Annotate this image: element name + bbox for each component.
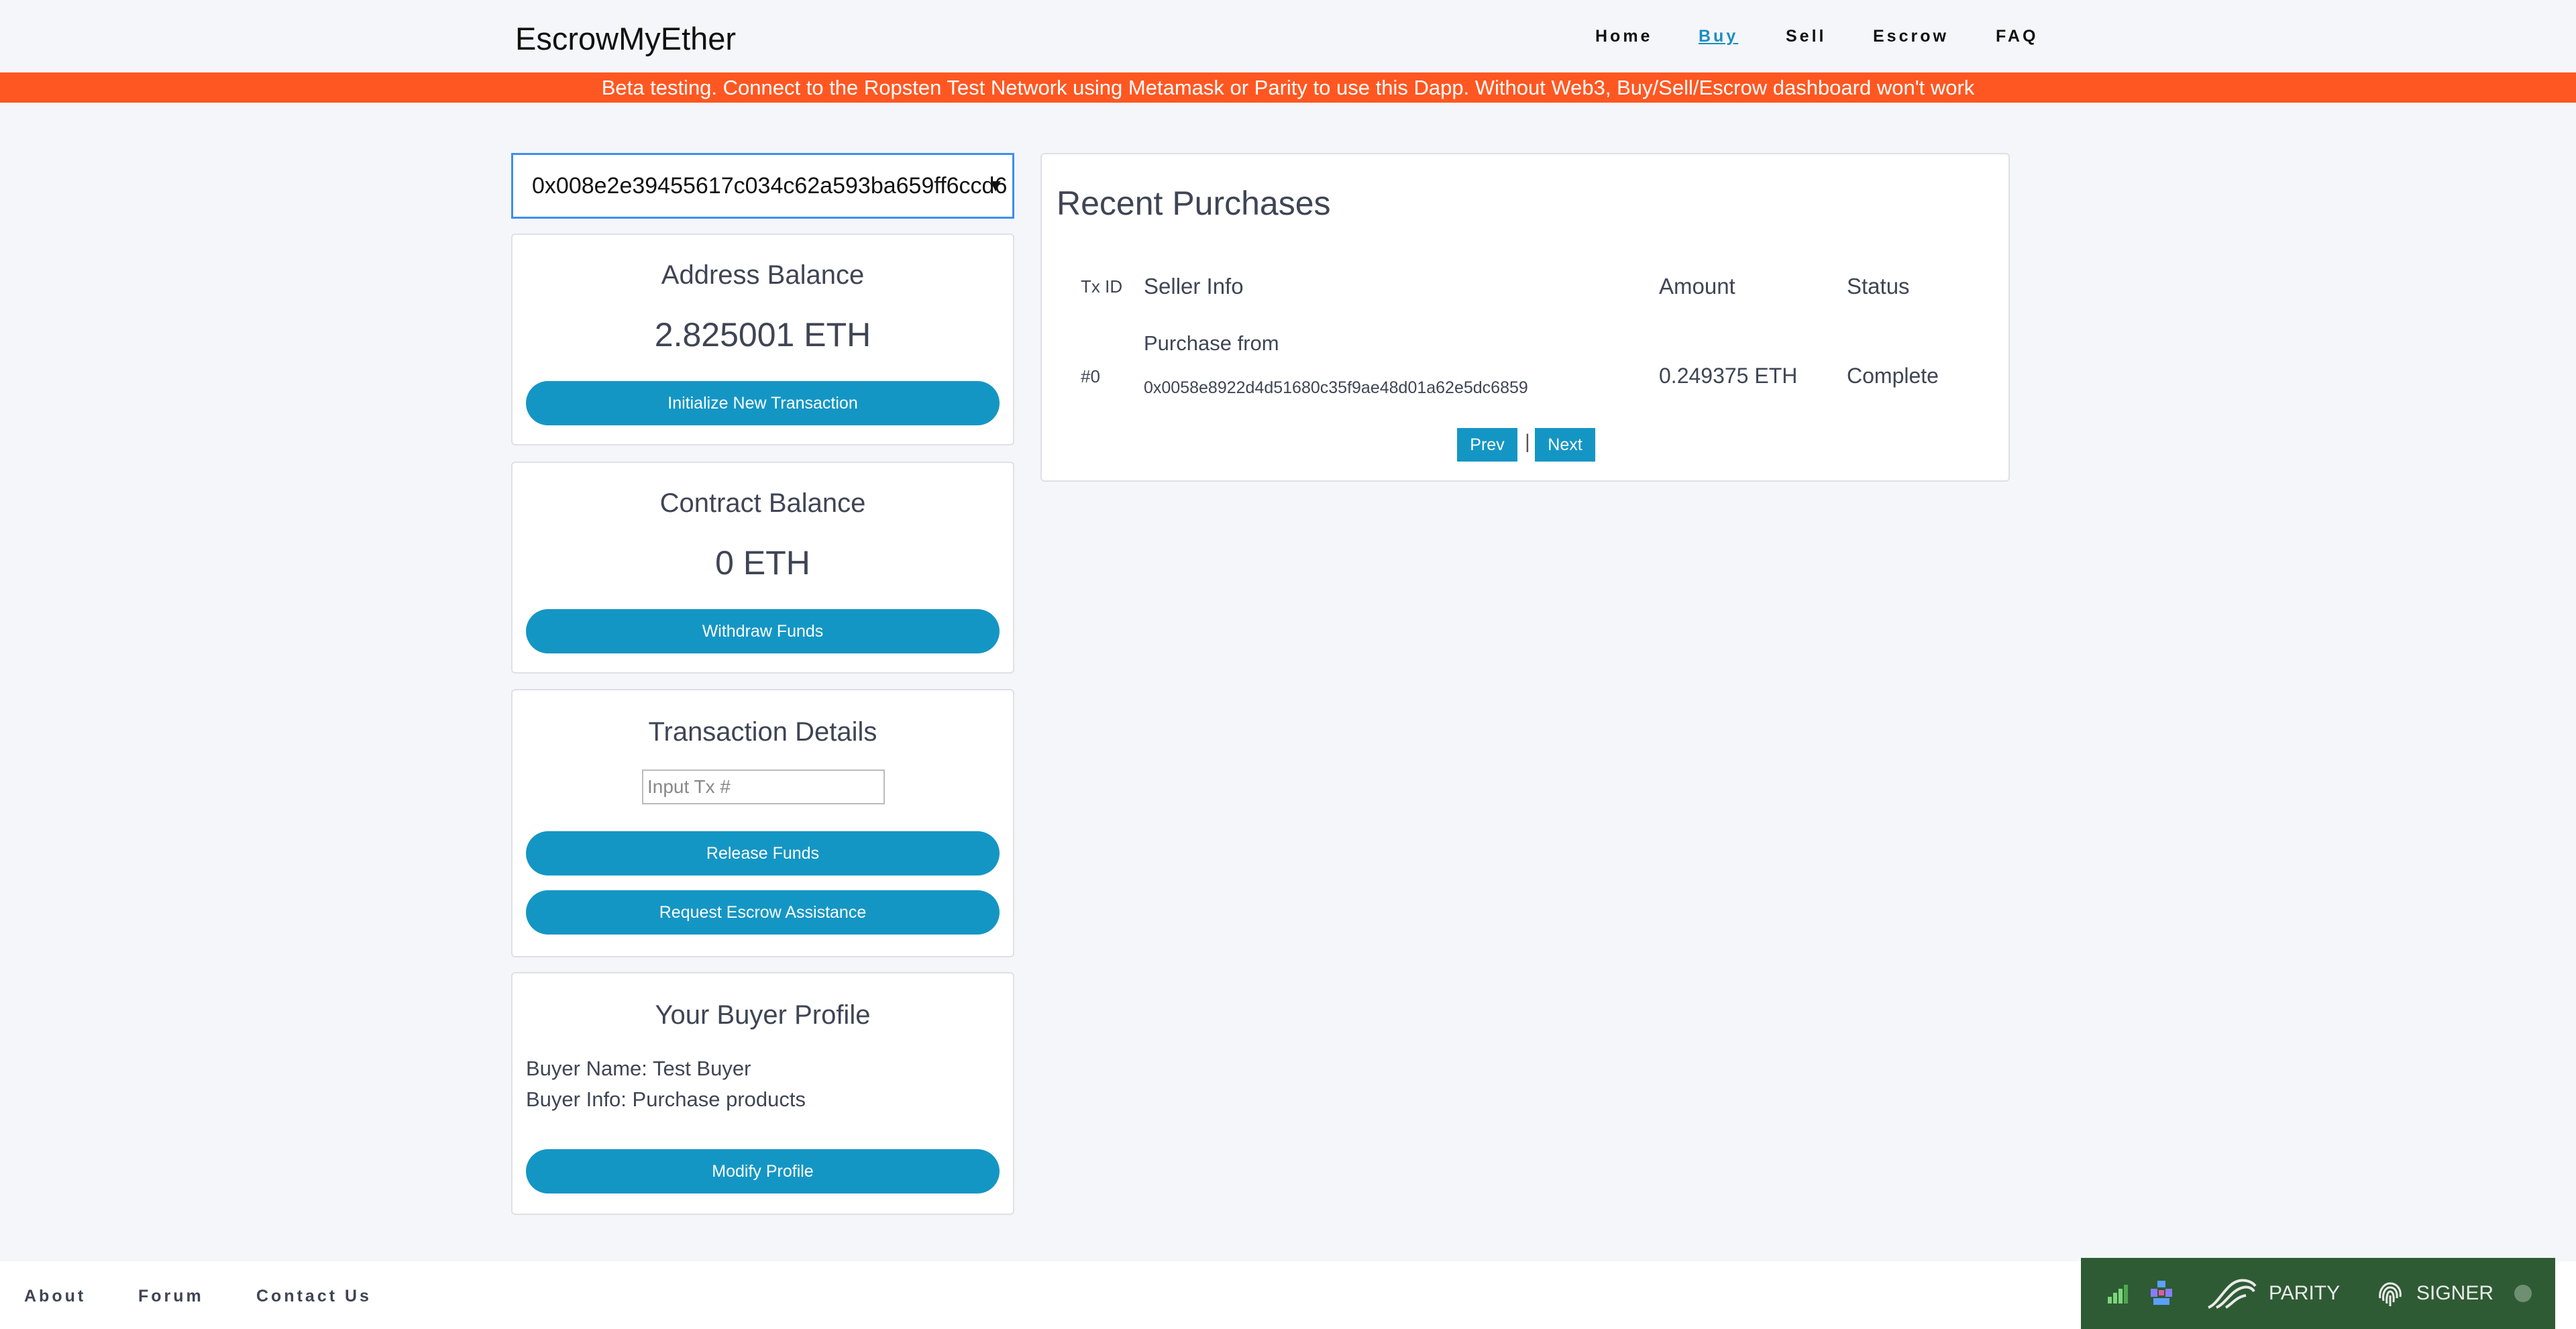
initialize-transaction-button[interactable]: Initialize New Transaction — [526, 381, 1000, 425]
column-header-amount: Amount — [1659, 274, 1735, 299]
address-balance-title: Address Balance — [661, 260, 865, 290]
identicon-icon[interactable] — [2148, 1279, 2175, 1308]
address-select[interactable]: 0x008e2e39455617c034c62a593ba659ff6ccd6 … — [511, 153, 1014, 219]
buyer-profile-card: Your Buyer Profile Buyer Name: Test Buye… — [511, 972, 1014, 1215]
row-tx-id: #0 — [1081, 366, 1100, 386]
column-header-seller-info: Seller Info — [1144, 274, 1244, 299]
column-header-tx-id: Tx ID — [1081, 276, 1123, 297]
transaction-details-title: Transaction Details — [648, 717, 877, 747]
signer-label: SIGNER — [2416, 1282, 2494, 1304]
tx-number-input[interactable] — [642, 769, 885, 804]
transaction-details-card: Transaction Details Release Funds Reques… — [511, 689, 1014, 957]
parity-status-bar: PARITY SIGNER — [2081, 1258, 2555, 1329]
release-funds-button[interactable]: Release Funds — [526, 831, 1000, 875]
recent-purchases-panel: Recent Purchases Tx ID Seller Info Amoun… — [1040, 153, 2010, 482]
modify-profile-button[interactable]: Modify Profile — [526, 1149, 1000, 1193]
footer-forum-link[interactable]: Forum — [138, 1287, 204, 1306]
nav-home[interactable]: Home — [1595, 27, 1652, 46]
status-dot-icon[interactable] — [2513, 1283, 2533, 1304]
chevron-down-icon: ▼ — [987, 175, 1004, 195]
banner-text: Beta testing. Connect to the Ropsten Tes… — [601, 75, 1975, 99]
footer-about-link[interactable]: About — [24, 1287, 86, 1306]
address-select-value: 0x008e2e39455617c034c62a593ba659ff6ccd6 — [532, 172, 1008, 199]
contract-balance-value: 0 ETH — [715, 544, 810, 582]
signer-button[interactable]: SIGNER — [2375, 1278, 2493, 1309]
prev-page-button[interactable]: Prev — [1457, 428, 1517, 462]
withdraw-funds-button[interactable]: Withdraw Funds — [526, 609, 1000, 653]
main-nav: Home Buy Sell Escrow FAQ — [0, 27, 2576, 47]
row-status: Complete — [1847, 364, 1939, 388]
parity-label: PARITY — [2269, 1282, 2341, 1304]
beta-warning-banner: Beta testing. Connect to the Ropsten Tes… — [0, 72, 2576, 103]
row-amount: 0.249375 ETH — [1659, 364, 1798, 388]
nav-faq[interactable]: FAQ — [1996, 27, 2038, 46]
nav-escrow[interactable]: Escrow — [1873, 27, 1949, 46]
header: EscrowMyEther Home Buy Sell Escrow FAQ — [0, 0, 2576, 72]
column-header-status: Status — [1847, 274, 1910, 299]
contract-balance-card: Contract Balance 0 ETH Withdraw Funds — [511, 462, 1014, 674]
parity-logo-button[interactable]: PARITY — [2206, 1277, 2340, 1310]
nav-sell[interactable]: Sell — [1786, 27, 1826, 46]
signal-bars-icon[interactable] — [2106, 1282, 2129, 1305]
fingerprint-icon — [2379, 1282, 2402, 1306]
buyer-info: Buyer Info: Purchase products — [526, 1087, 806, 1111]
buyer-profile-title: Your Buyer Profile — [655, 1000, 871, 1030]
row-seller-address: 0x0058e8922d4d51680c35f9ae48d01a62e5dc68… — [1144, 378, 1528, 397]
request-escrow-assistance-button[interactable]: Request Escrow Assistance — [526, 890, 1000, 935]
footer-contact-link[interactable]: Contact Us — [256, 1287, 372, 1306]
address-balance-card: Address Balance 2.825001 ETH Initialize … — [511, 233, 1014, 445]
pager-separator: | — [1525, 431, 1530, 453]
contract-balance-title: Contract Balance — [659, 488, 866, 518]
buyer-name: Buyer Name: Test Buyer — [526, 1057, 751, 1080]
parity-logo-icon — [2208, 1279, 2257, 1309]
nav-buy[interactable]: Buy — [1699, 27, 1738, 46]
recent-purchases-title: Recent Purchases — [1057, 184, 1331, 222]
next-page-button[interactable]: Next — [1535, 428, 1595, 462]
address-balance-value: 2.825001 ETH — [654, 316, 871, 354]
row-seller-label: Purchase from — [1144, 331, 1279, 355]
